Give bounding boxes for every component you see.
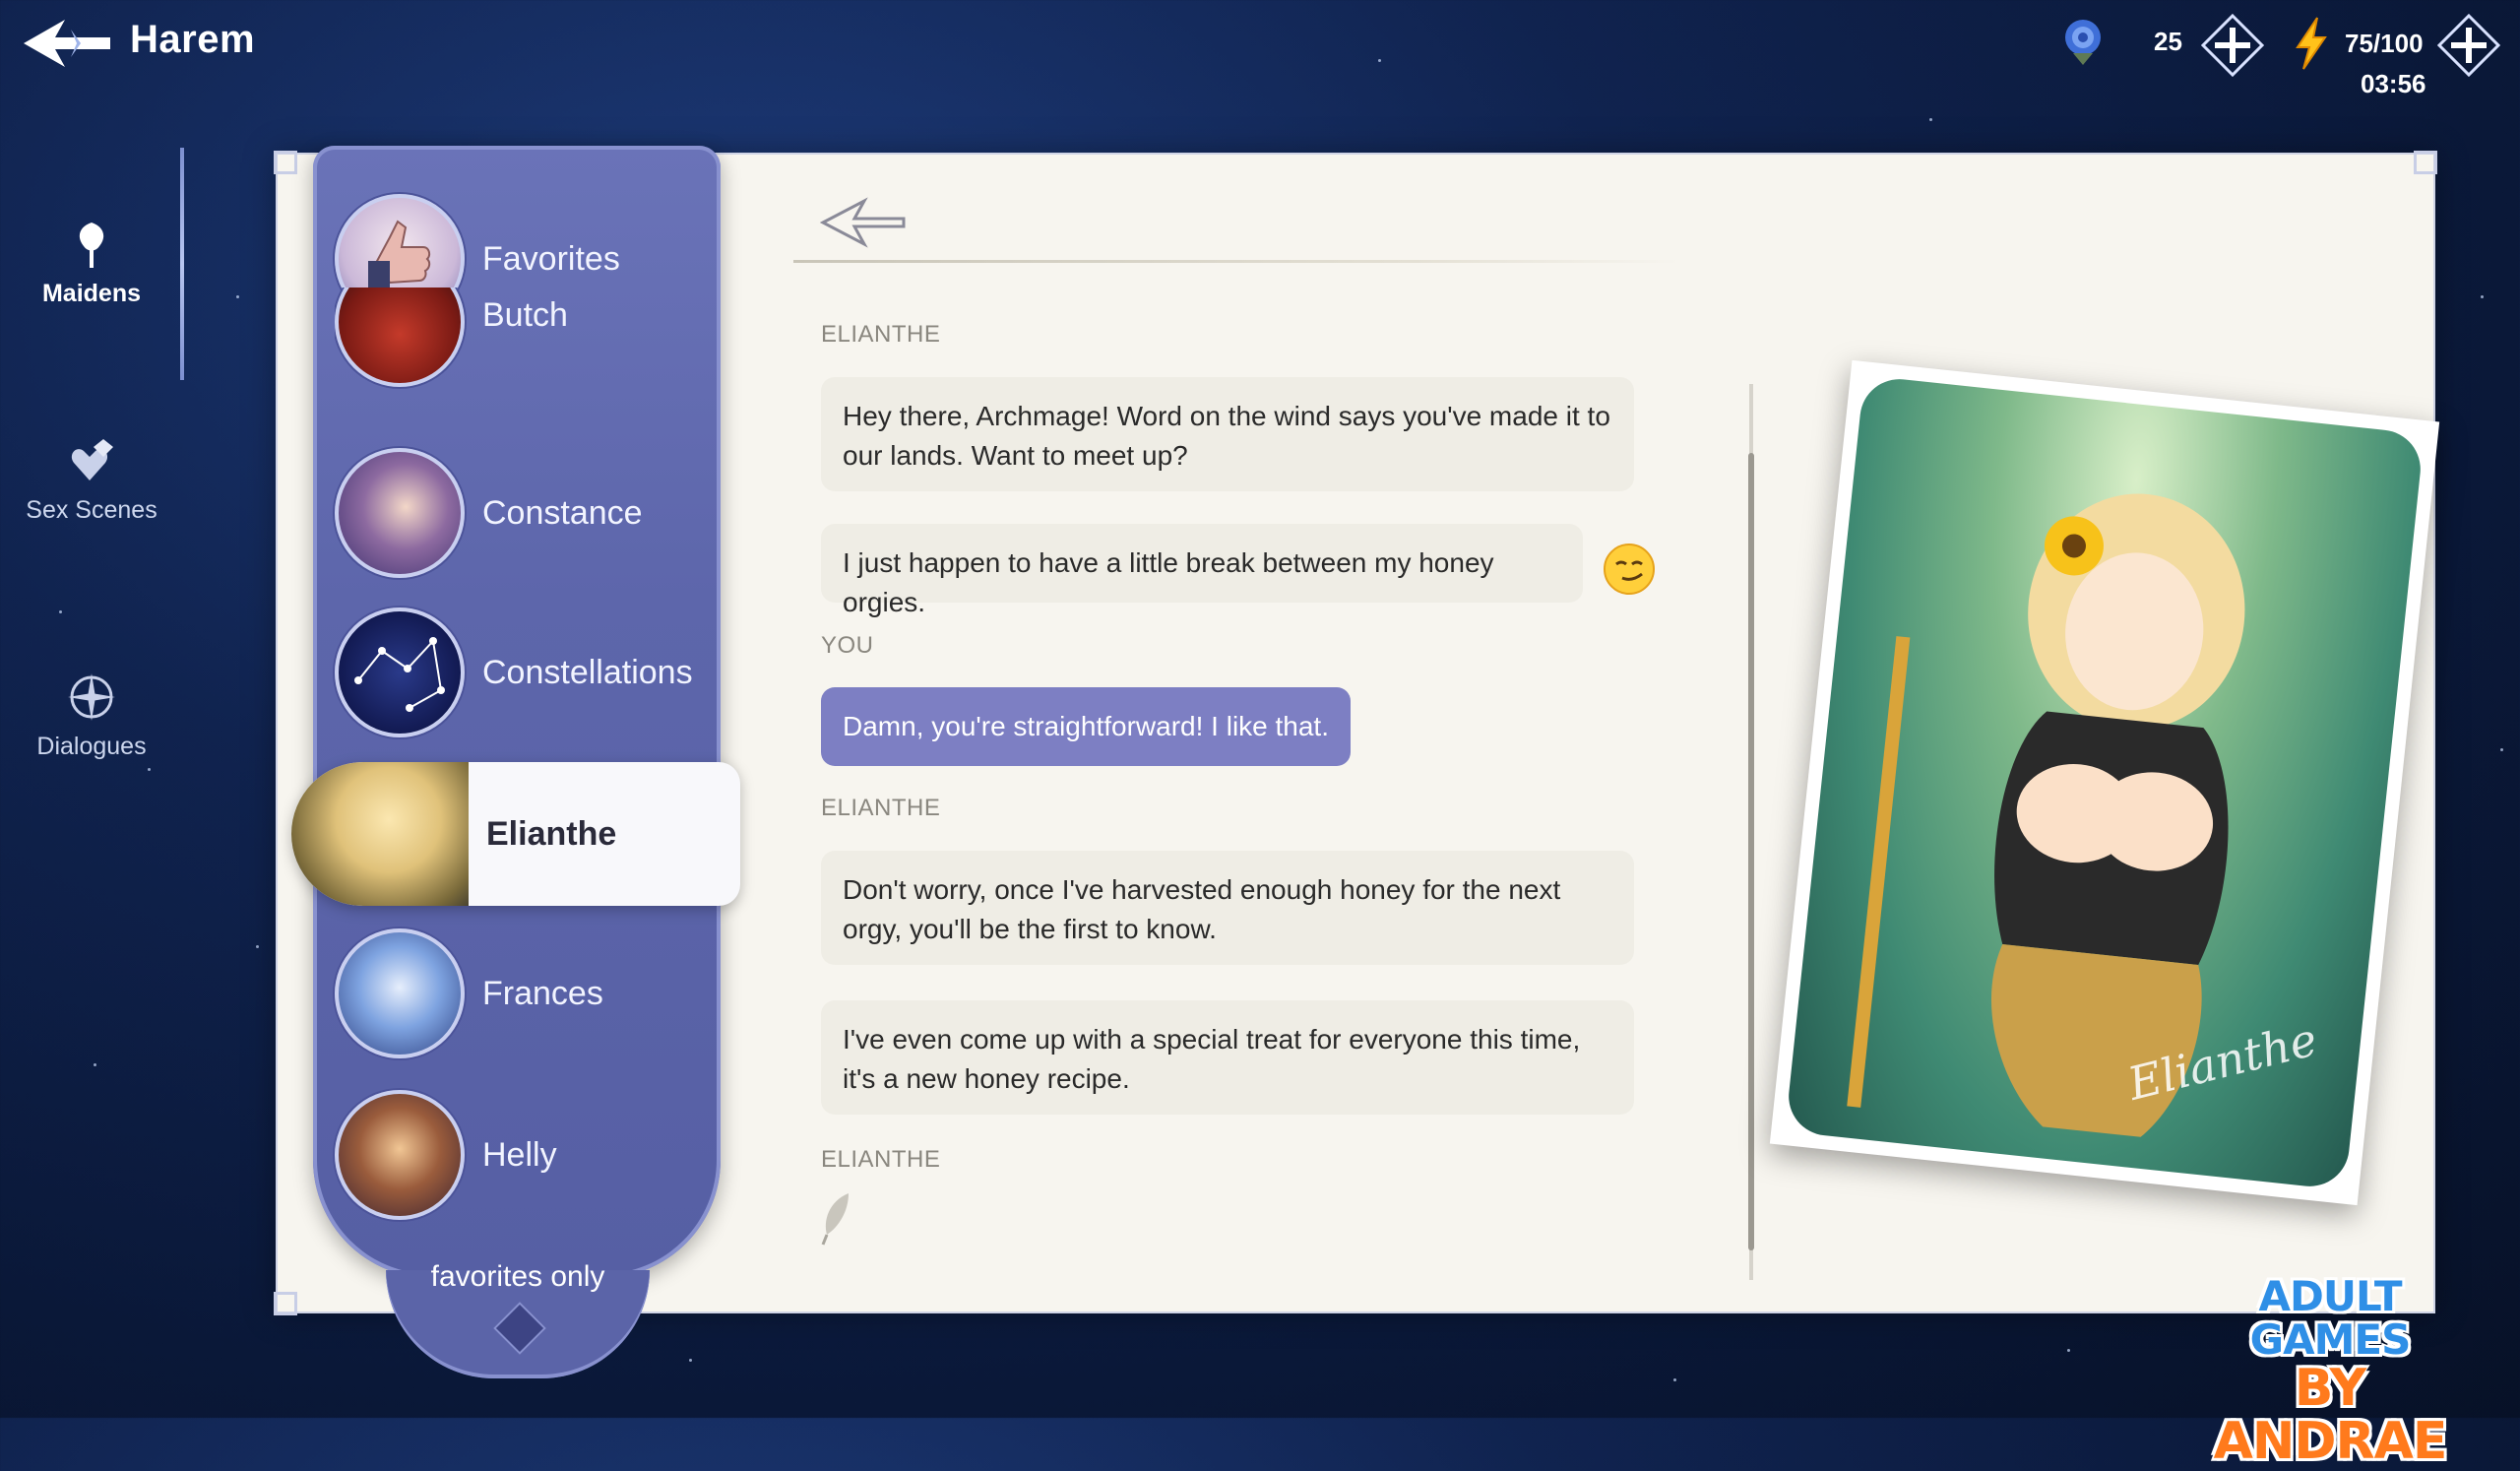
character-name: Frances [482, 974, 603, 1012]
watermark-logo: ADULT GAMES BY ANDRAE [2187, 1272, 2473, 1471]
nav-label-dialogues: Dialogues [36, 733, 147, 760]
smirk-emoji-icon [1604, 544, 1655, 595]
panel-corner [274, 1292, 297, 1315]
roses-counter: 25 [2057, 16, 2182, 67]
watermark-line-2: BY ANDRAE [2213, 1359, 2448, 1471]
character-item-constellations[interactable]: Constellations [335, 608, 728, 737]
lightning-icon [2296, 17, 2327, 70]
back-arrow-icon [24, 20, 110, 67]
character-avatar [335, 448, 465, 578]
character-name: Constance [482, 493, 643, 532]
character-item-elianthe[interactable]: Elianthe [291, 762, 740, 906]
energy-counter: 75/100 [2292, 16, 2424, 71]
character-item-constance[interactable]: Constance [335, 448, 728, 578]
panel-corner [2414, 151, 2437, 174]
roses-value: 25 [2154, 26, 2182, 56]
rose-icon [79, 223, 104, 268]
message-bubble: I just happen to have a little break bet… [821, 524, 1583, 617]
character-name: Elianthe [486, 814, 617, 853]
message-bubble: I've even come up with a special treat f… [821, 1000, 1634, 1115]
nav-item-sex-scenes[interactable]: Sex Scenes [0, 433, 183, 660]
nav-label-maidens: Maidens [41, 280, 142, 307]
energy-value: 75/100 [2345, 28, 2424, 58]
hearts-icon [71, 439, 113, 480]
message-bubble: Hey there, Archmage! Word on the wind sa… [821, 377, 1634, 491]
character-item-frances[interactable]: Frances [335, 928, 728, 1058]
nav-item-maidens[interactable]: Maidens [0, 217, 183, 443]
nav-item-dialogues[interactable]: Dialogues [0, 670, 183, 896]
character-name: Favorites [482, 239, 620, 278]
favorites-only-toggle[interactable]: favorites only [386, 1260, 650, 1294]
message-bubble: Don't worry, once I've harvested enough … [821, 851, 1634, 965]
watermark-line-1: ADULT GAMES [2249, 1272, 2412, 1364]
star-emblem-icon [819, 197, 906, 248]
compass-icon [68, 673, 115, 721]
panel-corner [274, 151, 297, 174]
character-avatar [335, 928, 465, 1058]
speaker-label: ELIANTHE [821, 795, 941, 821]
chat-scroll-thumb[interactable] [1748, 453, 1754, 1250]
constellation-icon [335, 608, 465, 737]
player-message-bubble: Damn, you're straightforward! I like tha… [821, 687, 1351, 766]
energy-timer: 03:56 [2361, 69, 2426, 98]
screen-title: Harem [130, 18, 256, 61]
back-button[interactable] [18, 12, 116, 75]
speaker-label: ELIANTHE [821, 321, 941, 348]
character-name: Butch [482, 295, 568, 334]
character-portrait: Elianthe [1785, 375, 2425, 1190]
top-bar: Harem 25 75/100 03:56 [0, 0, 2520, 98]
character-avatar [335, 1090, 465, 1220]
character-item-helly[interactable]: Helly [335, 1090, 728, 1220]
character-name: Constellations [482, 653, 693, 691]
character-item-butch[interactable]: Butch [335, 288, 728, 416]
add-energy-button[interactable] [2437, 14, 2500, 77]
character-portrait-card: Elianthe [1769, 359, 2440, 1206]
character-avatar [335, 288, 465, 387]
add-roses-button[interactable] [2201, 14, 2264, 77]
blue-rose-icon [2065, 20, 2101, 65]
speaker-label: ELIANTHE [821, 1146, 941, 1173]
nav-label-sex-scenes: Sex Scenes [26, 496, 158, 524]
speaker-label: YOU [821, 632, 874, 659]
chat-divider [793, 260, 1679, 263]
quill-typing-icon [821, 1193, 849, 1246]
character-name: Helly [482, 1135, 557, 1174]
character-avatar [291, 762, 469, 906]
